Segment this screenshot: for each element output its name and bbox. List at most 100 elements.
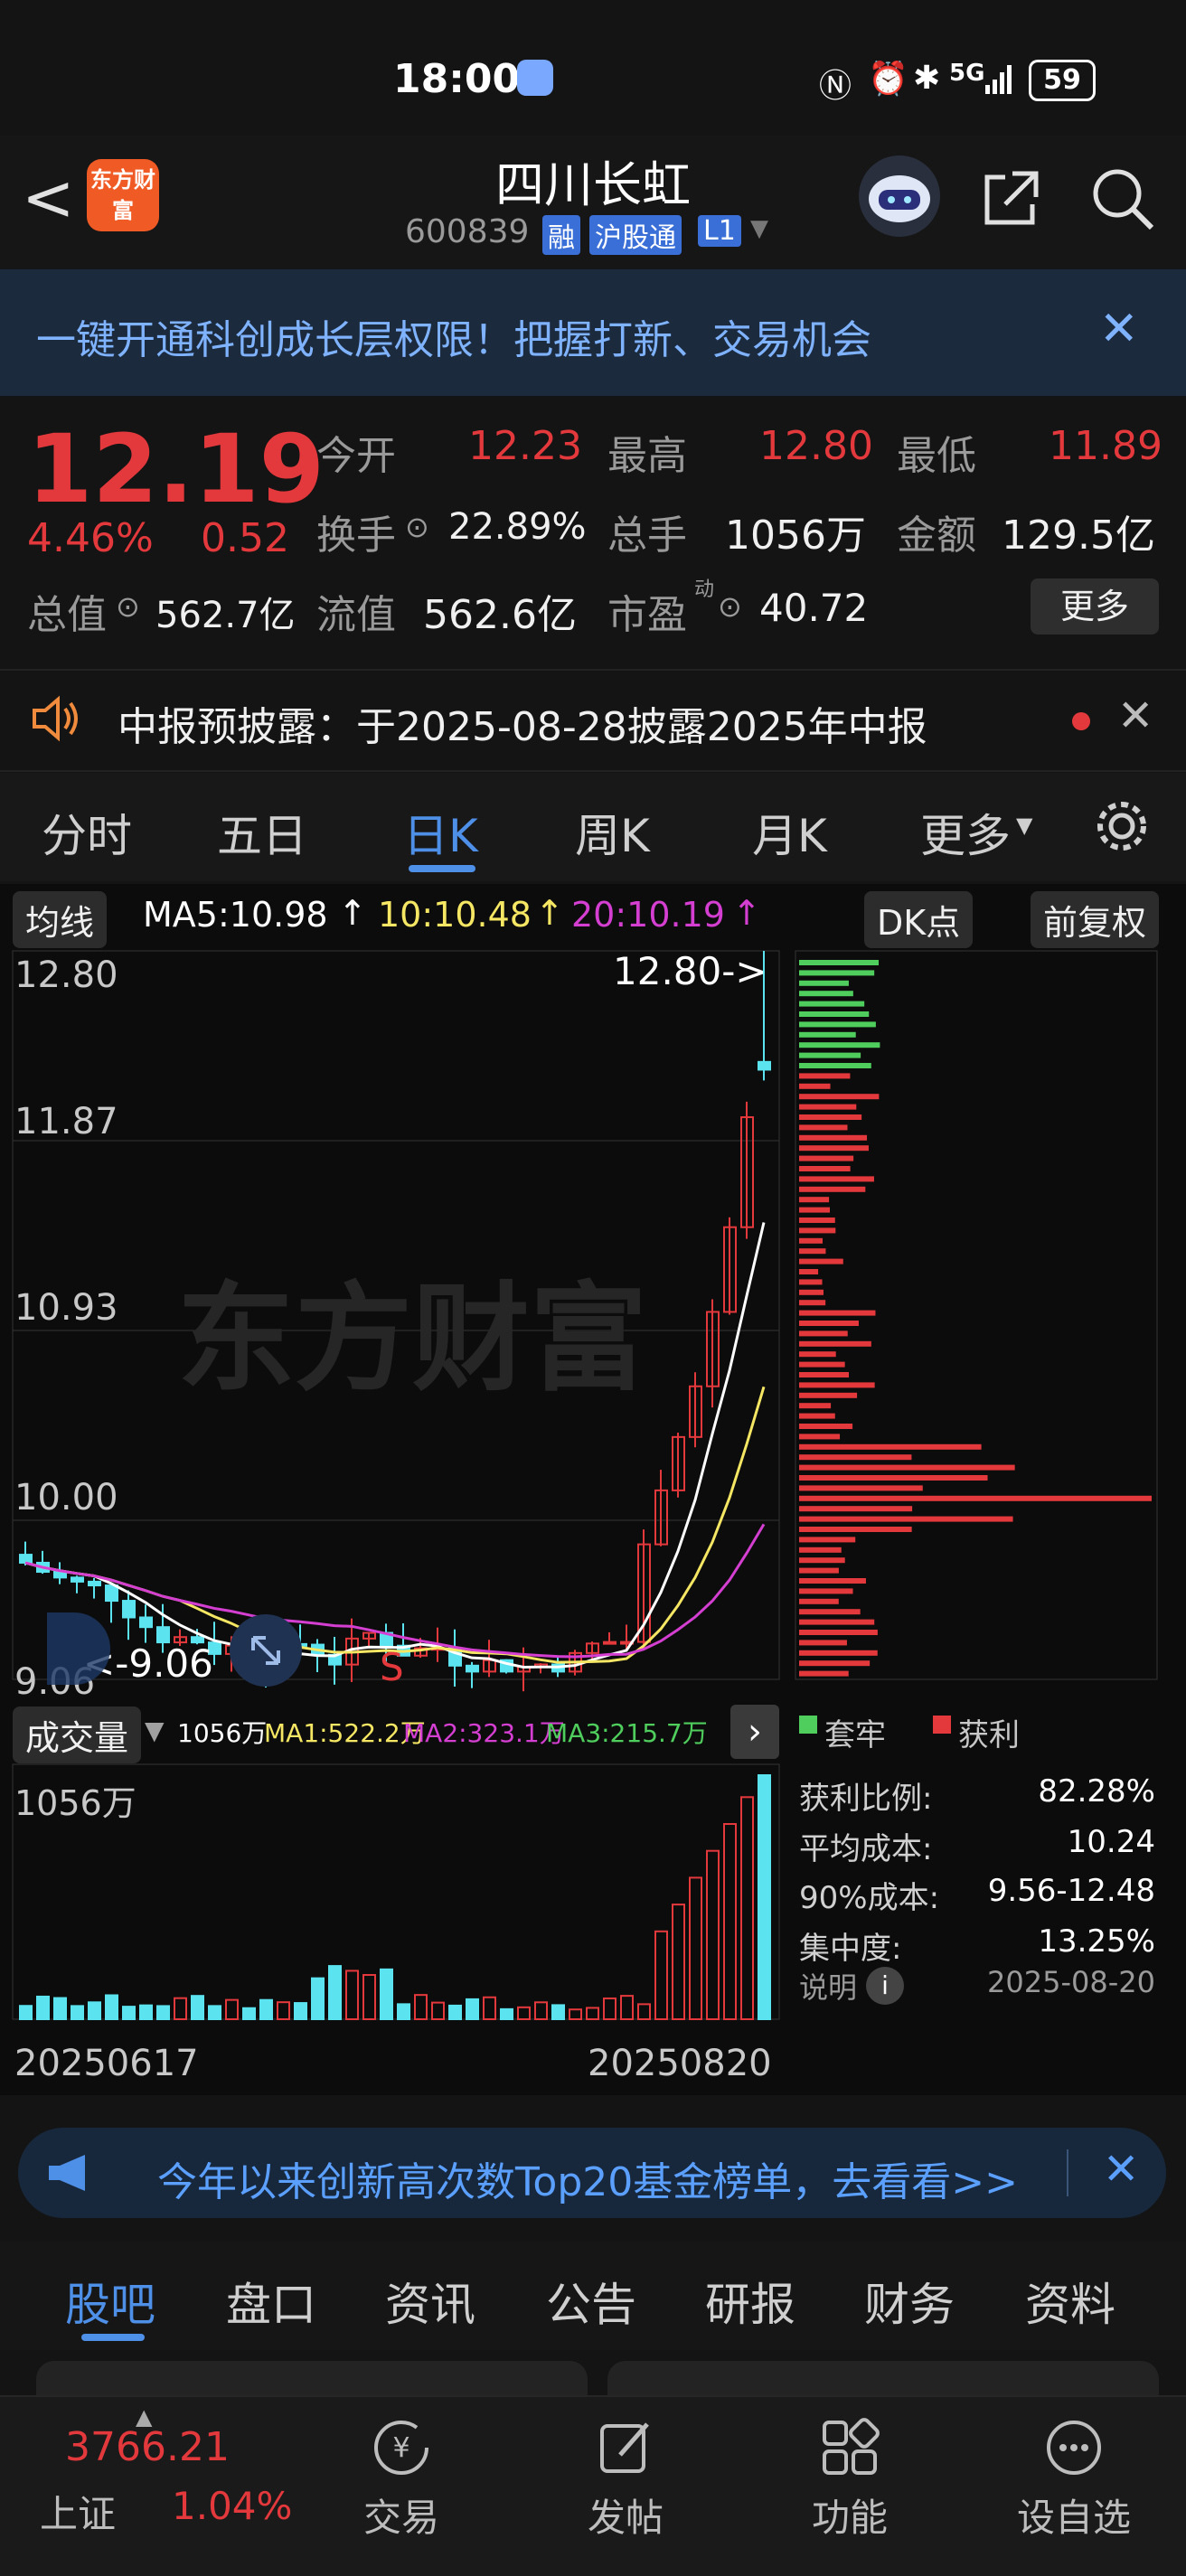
index-name[interactable]: 上证 — [40, 2484, 116, 2539]
expand-icon[interactable] — [230, 1614, 302, 1687]
report-notice[interactable]: 中报预披露：于2025-08-28披露2025年中报 ✕ — [0, 669, 1186, 772]
tab-guba[interactable]: 股吧 — [65, 2269, 155, 2334]
tab-more[interactable]: 更多 — [920, 800, 1011, 865]
chip-bar — [799, 1475, 988, 1481]
volume-bar — [311, 1977, 325, 2021]
chip-bar — [799, 1537, 856, 1543]
nav-post[interactable]: 发帖 — [553, 2415, 698, 2543]
volume-bar — [122, 2006, 136, 2020]
kline-svg[interactable] — [0, 884, 1186, 2095]
nav-trade[interactable]: ¥ 交易 — [329, 2415, 474, 2543]
volume-bar — [431, 2001, 445, 2021]
chip-bar — [799, 1300, 826, 1306]
chip-bar — [799, 1021, 876, 1028]
tab-daily-k[interactable]: 日K — [403, 800, 478, 865]
close-icon[interactable]: ✕ — [1103, 2144, 1139, 2195]
chip-bar — [799, 1506, 913, 1512]
volume-indicator-selector[interactable]: 成交量 — [13, 1706, 142, 1763]
unread-dot — [1072, 712, 1090, 730]
chip-value: 10.24 — [1067, 1824, 1155, 1860]
hgt-badge: 沪股通 — [589, 215, 682, 255]
tab-five-day[interactable]: 五日 — [217, 800, 307, 865]
volume-bar — [345, 1970, 359, 2020]
info-icon[interactable]: ⊙ — [405, 510, 429, 544]
chevron-down-icon[interactable]: ▼ — [750, 215, 768, 242]
chip-bar — [799, 1567, 839, 1574]
chip-bar — [799, 1197, 830, 1203]
chevron-right-icon[interactable]: › — [730, 1705, 779, 1759]
tab-announcement[interactable]: 公告 — [546, 2269, 636, 2334]
margin-badge: 融 — [542, 215, 580, 255]
low-value: 11.89 — [1049, 423, 1162, 469]
battery-indicator: 59 — [1029, 60, 1096, 101]
tab-weekly-k[interactable]: 周K — [575, 800, 650, 865]
candle-body — [156, 1626, 170, 1644]
chip-bar — [799, 1557, 845, 1564]
index-value[interactable]: 3766.21 — [65, 2424, 230, 2470]
tab-pankou[interactable]: 盘口 — [226, 2269, 316, 2334]
search-icon[interactable] — [1088, 165, 1157, 233]
sell-signal: S — [380, 1645, 404, 1689]
promo-banner[interactable]: 一键开通科创成长层权限！把握打新、交易机会 ✕ — [0, 269, 1186, 396]
tab-intraday[interactable]: 分时 — [42, 800, 132, 865]
chip-bar — [799, 1495, 1152, 1501]
tab-research[interactable]: 研报 — [705, 2269, 795, 2334]
chip-bar — [799, 1361, 845, 1368]
svg-text:¥: ¥ — [392, 2432, 409, 2464]
bluetooth-icon: ✱ — [913, 60, 941, 97]
chip-bar — [799, 1578, 866, 1584]
amount-value: 129.5亿 — [1002, 512, 1155, 559]
close-icon[interactable]: ✕ — [1117, 691, 1153, 741]
nav-functions[interactable]: 功能 — [777, 2415, 922, 2543]
info-icon[interactable]: ⊙ — [718, 589, 742, 624]
volume-bar — [242, 2007, 256, 2021]
chip-bar — [799, 1640, 847, 1646]
tab-finance[interactable]: 财务 — [864, 2269, 955, 2334]
more-button[interactable]: 更多 — [1031, 578, 1159, 635]
volume-bar — [483, 1996, 496, 2021]
nav-trade-label: 交易 — [362, 2496, 439, 2540]
chip-bar — [799, 1392, 858, 1398]
chip-bar — [799, 1155, 854, 1161]
mktcap-value: 562.7亿 — [155, 595, 296, 636]
chip-bar — [799, 960, 880, 965]
chip-bar — [799, 1372, 850, 1377]
vol-ymax: 1056万 — [14, 1783, 136, 1823]
change-percent: 4.46% — [27, 515, 154, 561]
chip-bar — [799, 1619, 875, 1625]
tab-monthly-k[interactable]: 月K — [752, 800, 827, 865]
low-label: 最低 — [897, 433, 976, 479]
y-label: 11.87 — [14, 1101, 118, 1142]
volume-bar — [397, 2003, 410, 2021]
nav-add-watchlist[interactable]: 设自选 — [1002, 2415, 1146, 2543]
chip-bar — [799, 1454, 912, 1461]
chip-bar — [799, 1289, 824, 1295]
share-icon[interactable] — [978, 166, 1043, 231]
fund-ad-banner[interactable]: 今年以来创新高次数Top20基金榜单，去看看>> ✕ — [18, 2128, 1166, 2218]
volume-bar — [586, 2007, 599, 2020]
date-end: 20250820 — [588, 2043, 772, 2084]
volume-bar — [466, 1998, 479, 2020]
tab-news[interactable]: 资讯 — [385, 2269, 475, 2334]
chip-bar — [799, 1527, 912, 1532]
pe-value: 40.72 — [759, 586, 869, 630]
chip-bar — [799, 1083, 831, 1089]
volume-bar — [277, 2001, 290, 2021]
chip-bar — [799, 1248, 826, 1255]
chip-bar — [799, 1052, 861, 1058]
close-icon[interactable]: ✕ — [1099, 302, 1139, 356]
index-percent[interactable]: 1.04% — [172, 2484, 292, 2528]
post-card-preview[interactable] — [36, 2361, 588, 2397]
active-tab-indicator — [409, 865, 475, 872]
settings-gear-icon[interactable] — [1092, 796, 1152, 856]
vol-ma3: MA3:215.7万 — [546, 1718, 708, 1748]
open-label: 今开 — [316, 433, 396, 479]
chip-bar — [799, 1011, 870, 1017]
vol-value: 1056万 — [177, 1718, 268, 1748]
robot-assistant-icon[interactable] — [859, 155, 940, 237]
chip-bar — [799, 1073, 851, 1079]
post-card-preview[interactable] — [607, 2361, 1159, 2397]
info-icon[interactable]: ⊙ — [116, 589, 140, 624]
network-label: 5G — [949, 60, 985, 87]
tab-profile[interactable]: 资料 — [1025, 2269, 1115, 2334]
